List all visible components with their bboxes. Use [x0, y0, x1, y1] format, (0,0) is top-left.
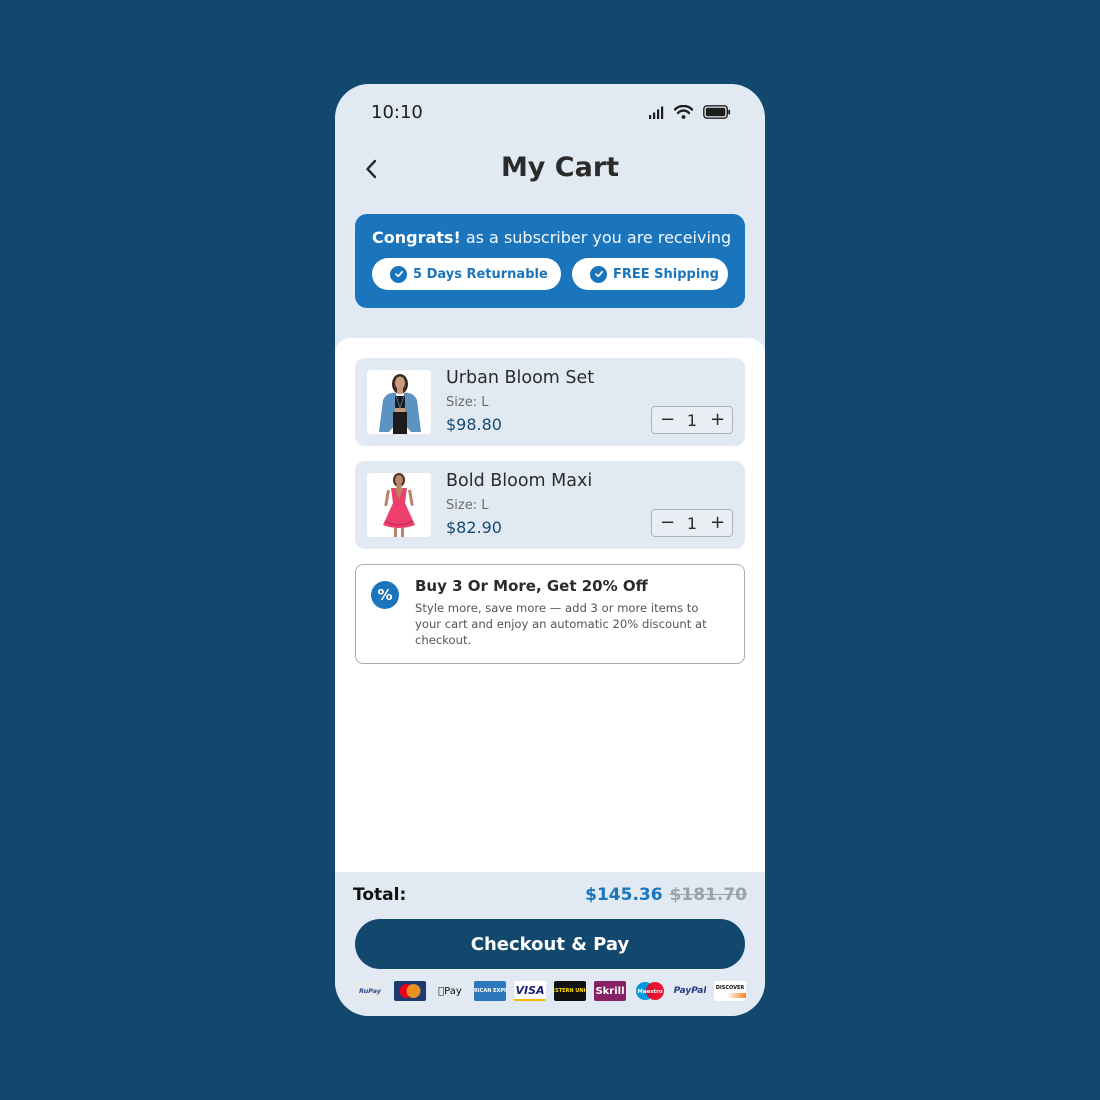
discounted-total: $145.36: [585, 885, 663, 905]
status-bar: 10:10: [335, 84, 765, 140]
page-title: My Cart: [500, 152, 620, 183]
item-size: Size: L: [446, 498, 489, 513]
increase-quantity-button[interactable]: +: [710, 514, 725, 532]
mastercard-logo-icon: [394, 981, 426, 1001]
visa-logo-icon: VISA: [514, 981, 546, 1001]
item-name: Urban Bloom Set: [446, 368, 595, 388]
signal-icon: [649, 106, 664, 119]
maestro-logo-icon: Maestro: [634, 981, 666, 1001]
total-label: Total:: [353, 885, 407, 905]
decrease-quantity-button[interactable]: −: [660, 411, 675, 429]
cart-item[interactable]: Bold Bloom Maxi Size: L $82.90 − 1 +: [355, 461, 745, 549]
product-image-blue-blazer[interactable]: [367, 370, 431, 434]
decrease-quantity-button[interactable]: −: [660, 514, 675, 532]
perks-row: 5 Days Returnable FREE Shipping: [372, 258, 728, 290]
quantity-stepper: − 1 +: [651, 509, 733, 537]
payment-methods: RuPay Pay AMERICAN EXPRESS VISA WESTERN…: [354, 981, 746, 1001]
checkout-footer: Total: $145.36 $181.70 Checkout & Pay Ru…: [335, 872, 765, 1016]
original-total: $181.70: [669, 885, 747, 905]
perk-free-shipping: FREE Shipping: [572, 258, 728, 290]
check-circle-icon: [590, 265, 607, 283]
rupay-logo-icon: RuPay: [354, 981, 386, 1001]
cart-content: Urban Bloom Set Size: L $98.80 − 1 + Bol…: [335, 338, 765, 872]
bulk-discount-offer: % Buy 3 Or More, Get 20% Off Style more,…: [355, 564, 745, 664]
offer-description: Style more, save more — add 3 or more it…: [415, 601, 707, 647]
paypal-logo-icon: PayPal: [674, 986, 706, 996]
checkout-button[interactable]: Checkout & Pay: [355, 919, 745, 969]
wifi-icon: [674, 105, 693, 119]
status-time: 10:10: [371, 102, 423, 123]
promo-headline: Congrats! as a subscriber you are receiv…: [372, 228, 732, 247]
header: My Cart: [335, 140, 765, 200]
quantity-value: 1: [686, 410, 698, 430]
product-image-pink-dress[interactable]: [367, 473, 431, 537]
quantity-stepper: − 1 +: [651, 406, 733, 434]
item-price: $82.90: [446, 518, 502, 537]
subscriber-promo-banner: Congrats! as a subscriber you are receiv…: [355, 214, 745, 308]
discover-logo-icon: DISCOVER: [714, 981, 746, 1001]
perk-returnable: 5 Days Returnable: [372, 258, 561, 290]
check-circle-icon: [390, 265, 407, 283]
total-prices: $145.36 $181.70: [585, 885, 747, 905]
skrill-logo-icon: Skrill: [594, 981, 626, 1001]
promo-headline-rest: as a subscriber you are receiving: [465, 228, 732, 247]
item-size: Size: L: [446, 395, 489, 410]
svg-text:Maestro: Maestro: [637, 989, 663, 995]
item-name: Bold Bloom Maxi: [446, 471, 593, 491]
status-icons: [649, 105, 731, 119]
item-price: $98.80: [446, 415, 502, 434]
phone-screen: 10:10 My Cart Congrats! as a subscriber …: [335, 84, 765, 1016]
offer-title: Buy 3 Or More, Get 20% Off: [415, 577, 648, 595]
battery-icon: [703, 105, 731, 119]
apple-pay-logo-icon: Pay: [438, 985, 462, 997]
percent-icon: %: [371, 581, 399, 609]
promo-headline-bold: Congrats!: [372, 228, 461, 247]
perk-label: FREE Shipping: [613, 266, 719, 282]
quantity-value: 1: [686, 513, 698, 533]
perk-label: 5 Days Returnable: [413, 266, 548, 282]
cart-item[interactable]: Urban Bloom Set Size: L $98.80 − 1 +: [355, 358, 745, 446]
amex-logo-icon: AMERICAN EXPRESS: [474, 981, 506, 1001]
increase-quantity-button[interactable]: +: [710, 411, 725, 429]
western-union-logo-icon: WESTERN UNION: [554, 981, 586, 1001]
